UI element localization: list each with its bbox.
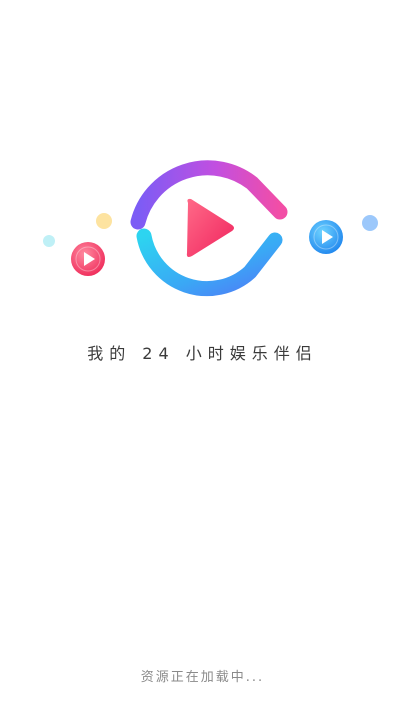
loading-status: 资源正在加载中... [140,670,265,685]
decor-dot-cyan [43,235,55,247]
tagline: 我的 24 小时娱乐伴侣 [87,344,318,363]
play-bubble-icon [71,242,105,276]
play-logo-icon [130,160,288,297]
logo-area [0,0,405,330]
decor-dot-blue [362,215,378,231]
logo-illustration [43,160,378,297]
play-bubble-icon [309,220,343,254]
splash-screen: 我的 24 小时娱乐伴侣 资源正在加载中... [0,0,405,720]
decor-dot-yellow [96,213,112,229]
